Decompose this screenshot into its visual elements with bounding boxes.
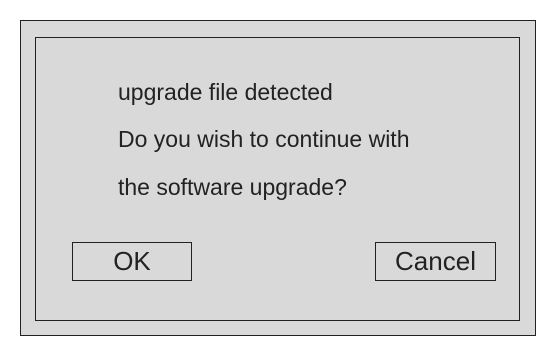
ok-button[interactable]: OK: [72, 242, 192, 281]
dialog-message-line-1: upgrade file detected: [118, 79, 333, 105]
dialog-message-line-3: the software upgrade?: [118, 174, 347, 200]
cancel-button[interactable]: Cancel: [375, 242, 496, 281]
dialog-message-line-2: Do you wish to continue with: [118, 126, 410, 152]
